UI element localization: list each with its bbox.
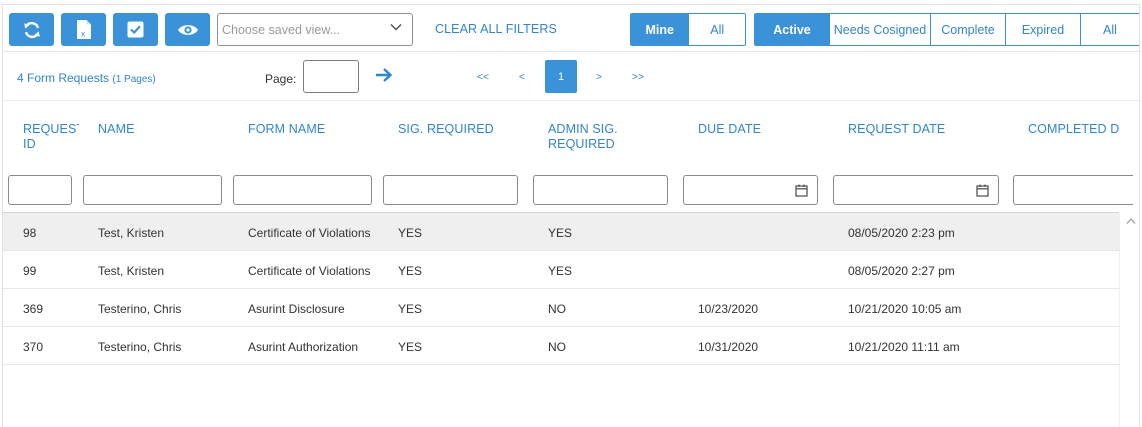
cell-sig-required: YES — [398, 264, 423, 278]
request-count-label: 4 Form Requests — [17, 71, 110, 85]
cell-name: Testerino, Chris — [98, 340, 182, 354]
owner-filter-group: Mine All — [630, 13, 746, 46]
column-header-sig-required[interactable]: SIG. REQUIRED — [398, 122, 494, 137]
prev-page-button[interactable]: < — [515, 60, 529, 93]
eye-icon — [177, 24, 198, 35]
next-page-button[interactable]: > — [592, 60, 606, 93]
cell-request-date: 08/05/2020 2:27 pm — [848, 264, 955, 278]
clear-all-filters-link[interactable]: CLEAR ALL FILTERS — [435, 22, 557, 36]
arrow-right-icon[interactable] — [375, 67, 393, 83]
page-label: Page: — [265, 72, 297, 86]
table-row[interactable]: 369 Testerino, Chris Asurint Disclosure … — [3, 289, 1119, 327]
owner-filter-all[interactable]: All — [688, 14, 745, 45]
page-number-input[interactable] — [303, 60, 359, 93]
owner-filter-mine[interactable]: Mine — [631, 14, 689, 45]
cell-admin-sig-required: NO — [548, 340, 566, 354]
cell-sig-required: YES — [398, 302, 423, 316]
vertical-scrollbar[interactable] — [1119, 213, 1139, 427]
filter-form-name-input[interactable] — [233, 175, 372, 205]
cell-request-date: 08/05/2020 2:23 pm — [848, 226, 955, 240]
column-header-completed-date[interactable]: COMPLETED DA — [1028, 122, 1119, 137]
scroll-up-arrow-icon[interactable] — [1126, 217, 1136, 225]
form-requests-panel: x Choose saved view... CLEAR ALL FILTERS — [2, 4, 1140, 427]
select-all-button[interactable] — [113, 13, 158, 46]
cell-request-id: 99 — [23, 264, 37, 278]
refresh-button[interactable] — [9, 13, 54, 46]
filter-completed-date-input[interactable] — [1013, 175, 1133, 205]
column-header-request-id[interactable]: REQUEST ID — [23, 122, 79, 152]
toolbar: x Choose saved view... CLEAR ALL FILTERS — [3, 5, 1139, 52]
saved-view-select[interactable]: Choose saved view... — [217, 13, 413, 46]
cell-request-date: 10/21/2020 11:11 am — [848, 340, 960, 354]
cell-request-date: 10/21/2020 10:05 am — [848, 302, 962, 316]
cell-name: Test, Kristen — [98, 264, 165, 278]
excel-export-icon: x — [76, 20, 91, 39]
cell-admin-sig-required: YES — [548, 226, 573, 240]
cell-request-id: 369 — [23, 302, 44, 316]
first-page-button[interactable]: << — [475, 60, 491, 93]
filter-request-id-input[interactable] — [8, 175, 72, 205]
cell-sig-required: YES — [398, 226, 423, 240]
cell-admin-sig-required: YES — [548, 264, 573, 278]
filter-name-input[interactable] — [83, 175, 222, 205]
cell-admin-sig-required: NO — [548, 302, 566, 316]
form-requests-table-body: 98 Test, Kristen Certificate of Violatio… — [3, 213, 1119, 365]
cell-sig-required: YES — [398, 340, 423, 354]
filter-admin-sig-input[interactable] — [533, 175, 668, 205]
last-page-button[interactable]: >> — [630, 60, 646, 93]
cell-due-date: 10/31/2020 — [698, 340, 759, 354]
pager-bar: 4 Form Requests (1 Pages) Page: << < 1 >… — [3, 53, 1139, 101]
cell-form-name: Certificate of Violations — [248, 226, 371, 240]
table-row[interactable]: 98 Test, Kristen Certificate of Violatio… — [3, 213, 1119, 251]
table-row[interactable]: 99 Test, Kristen Certificate of Violatio… — [3, 251, 1119, 289]
status-filter-needs-cosigned[interactable]: Needs Cosigned — [829, 14, 930, 45]
cell-name: Testerino, Chris — [98, 302, 182, 316]
calendar-icon[interactable] — [795, 184, 808, 197]
status-filter-active[interactable]: Active — [755, 14, 829, 45]
cell-request-id: 98 — [23, 226, 37, 240]
column-header-request-date[interactable]: REQUEST DATE — [848, 122, 945, 137]
cell-form-name: Asurint Disclosure — [248, 302, 345, 316]
column-header-admin-sig-required[interactable]: ADMIN SIG. REQUIRED — [548, 122, 618, 152]
status-filter-all[interactable]: All — [1080, 14, 1139, 45]
filter-request-date-input[interactable] — [833, 175, 999, 205]
column-header-name[interactable]: NAME — [98, 122, 135, 137]
filter-due-date-input[interactable] — [683, 175, 818, 205]
calendar-icon[interactable] — [976, 184, 989, 197]
column-header-due-date[interactable]: DUE DATE — [698, 122, 761, 137]
export-excel-button[interactable]: x — [61, 13, 106, 46]
page-count-label: (1 Pages) — [112, 74, 156, 85]
request-count: 4 Form Requests (1 Pages) — [17, 71, 156, 85]
saved-view-placeholder: Choose saved view... — [222, 22, 341, 37]
cell-form-name: Asurint Authorization — [248, 340, 359, 354]
cell-form-name: Certificate of Violations — [248, 264, 371, 278]
cell-name: Test, Kristen — [98, 226, 165, 240]
chevron-down-icon — [390, 23, 402, 31]
preview-button[interactable] — [165, 13, 210, 46]
status-filter-group: Active Needs Cosigned Complete Expired A… — [754, 13, 1139, 46]
status-filter-expired[interactable]: Expired — [1005, 14, 1080, 45]
checkbox-icon — [127, 21, 144, 38]
cell-due-date: 10/23/2020 — [698, 302, 759, 316]
refresh-icon — [23, 21, 40, 38]
column-header-form-name[interactable]: FORM NAME — [248, 122, 325, 137]
table-row[interactable]: 370 Testerino, Chris Asurint Authorizati… — [3, 327, 1119, 365]
filter-sig-required-input[interactable] — [383, 175, 518, 205]
status-filter-complete[interactable]: Complete — [930, 14, 1005, 45]
cell-request-id: 370 — [23, 340, 44, 354]
current-page-button[interactable]: 1 — [545, 60, 577, 93]
